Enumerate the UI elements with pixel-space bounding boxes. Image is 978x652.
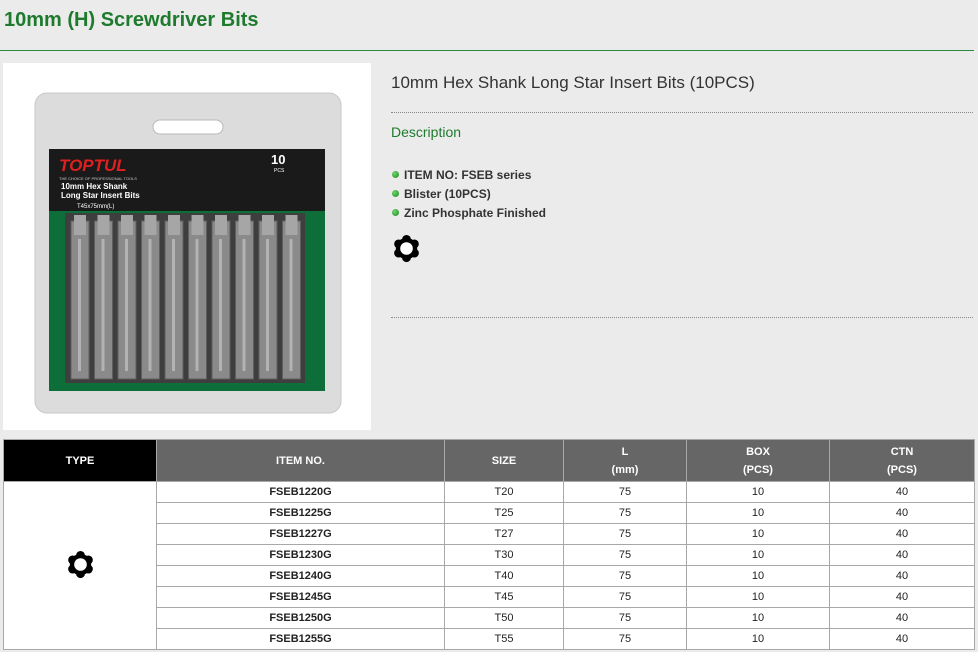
hang-hole <box>152 119 224 135</box>
card-count-unit: PCS <box>274 168 285 174</box>
header-ctn: CTN (PCS) <box>829 439 975 482</box>
box-cell: 10 <box>686 628 830 650</box>
length-cell: 75 <box>563 607 687 629</box>
table-header-row: TYPE ITEM NO. SIZE L (mm) BOX (PCS) CTN (PC… <box>3 439 975 482</box>
size-cell: T25 <box>444 502 564 524</box>
ctn-cell: 40 <box>829 544 975 566</box>
box-cell: 10 <box>686 586 830 608</box>
torx-star-icon <box>391 233 422 264</box>
item-no-cell: FSEB1230G <box>156 544 445 566</box>
feature-item: ITEM NO: FSEB series <box>392 165 546 184</box>
card-count: 10 <box>271 152 285 167</box>
bit-highlight <box>78 239 81 371</box>
card-size: T45x75mm(L) <box>77 204 114 210</box>
card-name-line1: 10mm Hex Shank <box>61 182 128 191</box>
bit-tip <box>168 215 180 235</box>
bit-tip <box>262 215 274 235</box>
item-no-cell: FSEB1225G <box>156 502 445 524</box>
title-dotted-divider <box>391 112 973 113</box>
size-cell: T50 <box>444 607 564 629</box>
item-no-cell: FSEB1227G <box>156 523 445 545</box>
length-cell: 75 <box>563 544 687 566</box>
card-brand: TOPTUL <box>59 156 127 175</box>
header-length: L (mm) <box>563 439 687 482</box>
item-no-cell: FSEB1240G <box>156 565 445 587</box>
bit-tip <box>238 215 251 235</box>
bit-tip <box>144 215 157 235</box>
header-item-no: ITEM NO. <box>156 439 445 482</box>
bit-tip <box>121 215 133 235</box>
bit-tip <box>191 215 204 235</box>
ctn-cell: 40 <box>829 607 975 629</box>
size-cell: T40 <box>444 565 564 587</box>
size-cell: T55 <box>444 628 564 650</box>
bit-highlight <box>148 239 152 371</box>
item-no-cell: FSEB1255G <box>156 628 445 650</box>
bit-tip <box>215 215 227 235</box>
size-cell: T30 <box>444 544 564 566</box>
feature-item: Blister (10PCS) <box>392 184 546 203</box>
table-row: FSEB1220G T20 75 10 40 <box>3 481 975 650</box>
ctn-cell: 40 <box>829 628 975 650</box>
length-cell: 75 <box>563 481 687 503</box>
box-cell: 10 <box>686 607 830 629</box>
ctn-cell: 40 <box>829 586 975 608</box>
bit-highlight <box>195 239 199 371</box>
bit-highlight <box>125 239 128 371</box>
bullet-icon <box>392 209 399 216</box>
bit-highlight <box>101 239 105 371</box>
length-cell: 75 <box>563 628 687 650</box>
header-size: SIZE <box>444 439 564 482</box>
spec-table: TYPE ITEM NO. SIZE L (mm) BOX (PCS) CTN (PC… <box>3 439 975 650</box>
length-cell: 75 <box>563 586 687 608</box>
length-cell: 75 <box>563 523 687 545</box>
size-cell: T27 <box>444 523 564 545</box>
bit-highlight <box>266 239 269 371</box>
bit-highlight <box>289 239 293 371</box>
description-heading: Description <box>391 124 462 140</box>
size-cell: T20 <box>444 481 564 503</box>
bit-tip <box>74 215 86 235</box>
box-cell: 10 <box>686 565 830 587</box>
box-cell: 10 <box>686 502 830 524</box>
ctn-cell: 40 <box>829 481 975 503</box>
bit-tip <box>97 215 110 235</box>
torx-star-icon <box>65 549 96 580</box>
ctn-cell: 40 <box>829 502 975 524</box>
bit-tip <box>285 215 298 235</box>
product-photo: TOPTUL THE CHOICE OF PROFESSIONAL TOOLS … <box>3 63 371 430</box>
length-cell: 75 <box>563 502 687 524</box>
box-cell: 10 <box>686 544 830 566</box>
product-title: 10mm Hex Shank Long Star Insert Bits (10… <box>391 73 755 92</box>
card-name-line2: Long Star Insert Bits <box>61 191 140 200</box>
bit-highlight <box>242 239 246 371</box>
box-cell: 10 <box>686 523 830 545</box>
header-box: BOX (PCS) <box>686 439 830 482</box>
ctn-cell: 40 <box>829 523 975 545</box>
feature-item: Zinc Phosphate Finished <box>392 203 546 222</box>
item-no-cell: FSEB1250G <box>156 607 445 629</box>
card-tagline: THE CHOICE OF PROFESSIONAL TOOLS <box>59 176 137 181</box>
item-no-cell: FSEB1220G <box>156 481 445 503</box>
header-type: TYPE <box>3 439 157 482</box>
description-dotted-divider <box>391 317 973 318</box>
title-divider <box>0 50 974 51</box>
type-cell <box>3 481 157 650</box>
item-no-cell: FSEB1245G <box>156 586 445 608</box>
box-cell: 10 <box>686 481 830 503</box>
bullet-icon <box>392 171 399 178</box>
length-cell: 75 <box>563 565 687 587</box>
bullet-icon <box>392 190 399 197</box>
feature-list: ITEM NO: FSEB series Blister (10PCS) Zin… <box>392 165 546 222</box>
ctn-cell: 40 <box>829 565 975 587</box>
page-title: 10mm (H) Screwdriver Bits <box>4 9 259 31</box>
bit-highlight <box>219 239 222 371</box>
size-cell: T45 <box>444 586 564 608</box>
bit-highlight <box>172 239 175 371</box>
